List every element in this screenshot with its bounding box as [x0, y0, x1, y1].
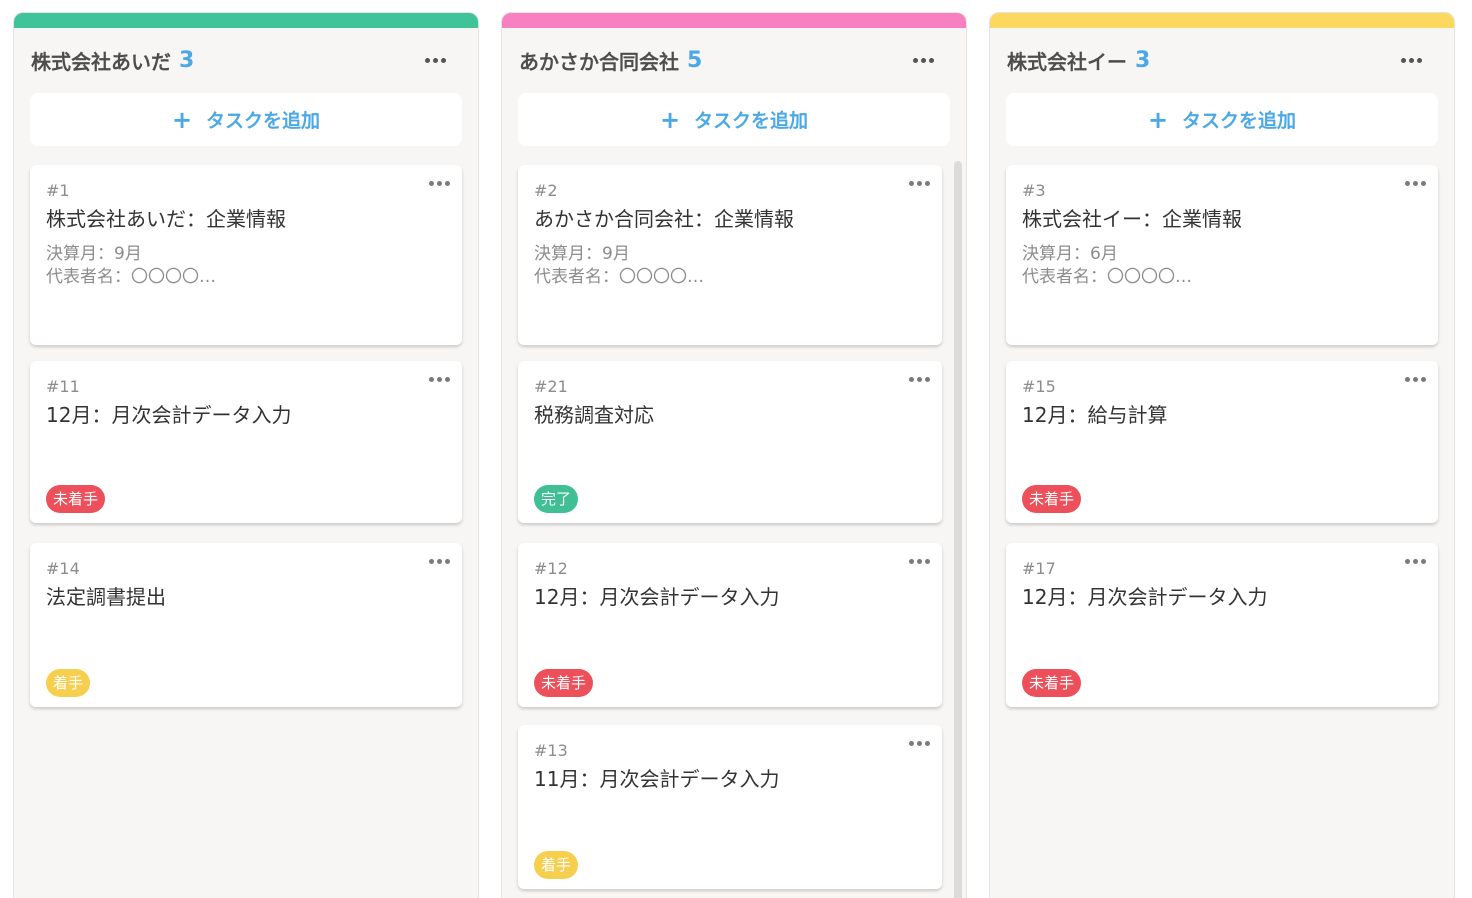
column-menu-button[interactable]: [1391, 47, 1431, 73]
column-menu-button[interactable]: [903, 47, 943, 73]
task-description: 決算月：9月 代表者名：〇〇〇〇…: [46, 243, 216, 289]
column-kabushiki-aida: 株式会社あいだ 3 + タスクを追加 #1 株式会社あいだ：企業情報 決算月：9…: [13, 12, 479, 898]
column-task-count: 3: [179, 47, 195, 73]
task-title: 12月：給与計算: [1022, 403, 1168, 427]
task-title: 税務調査対応: [534, 403, 654, 427]
column-color-bar: [990, 13, 1454, 28]
card-menu-button[interactable]: [1400, 175, 1430, 191]
task-number: #11: [46, 377, 80, 396]
column-color-bar: [502, 13, 966, 28]
column-scrollbar[interactable]: [954, 161, 962, 898]
card-menu-button[interactable]: [904, 735, 934, 751]
status-badge: 着手: [534, 851, 579, 879]
column-title: あかさか合同会社: [519, 49, 679, 74]
task-title: 法定調書提出: [46, 585, 166, 609]
add-task-button[interactable]: + タスクを追加: [30, 93, 462, 146]
add-task-button[interactable]: + タスクを追加: [1006, 93, 1438, 146]
task-description-line: 決算月：9月: [46, 244, 142, 264]
more-horizontal-icon: [912, 57, 934, 63]
card-menu-button[interactable]: [904, 553, 934, 569]
task-title: 株式会社イー：企業情報: [1022, 207, 1242, 231]
status-badge: 着手: [46, 669, 91, 697]
task-number: #13: [534, 741, 568, 760]
column-menu-button[interactable]: [415, 47, 455, 73]
task-description-line: 代表者名：〇〇〇〇…: [534, 267, 704, 287]
column-task-count: 5: [687, 47, 703, 73]
task-number: #17: [1022, 559, 1056, 578]
status-badge: 未着手: [1022, 485, 1082, 513]
column-header: 株式会社イー 3: [1007, 45, 1437, 75]
task-description-line: 代表者名：〇〇〇〇…: [46, 267, 216, 287]
task-card[interactable]: #12 12月：月次会計データ入力 未着手: [518, 543, 942, 707]
status-badge: 未着手: [1022, 669, 1082, 697]
task-card[interactable]: #15 12月：給与計算 未着手: [1006, 361, 1438, 523]
task-number: #15: [1022, 377, 1056, 396]
task-description-line: 決算月：9月: [534, 244, 630, 264]
task-description: 決算月：9月 代表者名：〇〇〇〇…: [534, 243, 704, 289]
more-horizontal-icon: [428, 558, 450, 564]
task-title: 12月：月次会計データ入力: [1022, 585, 1268, 609]
task-number: #21: [534, 377, 568, 396]
task-card[interactable]: #17 12月：月次会計データ入力 未着手: [1006, 543, 1438, 707]
kanban-board: 株式会社あいだ 3 + タスクを追加 #1 株式会社あいだ：企業情報 決算月：9…: [0, 0, 1472, 898]
status-badge: 完了: [534, 485, 579, 513]
task-card[interactable]: #13 11月：月次会計データ入力 着手: [518, 725, 942, 889]
plus-icon: +: [1147, 105, 1169, 134]
add-task-label: タスクを追加: [1182, 110, 1297, 132]
task-description: 決算月：6月 代表者名：〇〇〇〇…: [1022, 243, 1192, 289]
more-horizontal-icon: [1404, 558, 1426, 564]
column-title: 株式会社あいだ: [31, 49, 171, 74]
task-card[interactable]: #14 法定調書提出 着手: [30, 543, 462, 707]
task-card[interactable]: #2 あかさか合同会社：企業情報 決算月：9月 代表者名：〇〇〇〇…: [518, 165, 942, 345]
more-horizontal-icon: [908, 376, 930, 382]
more-horizontal-icon: [1404, 376, 1426, 382]
more-horizontal-icon: [424, 57, 446, 63]
status-badge: 未着手: [46, 485, 106, 513]
task-number: #1: [46, 181, 70, 200]
more-horizontal-icon: [908, 180, 930, 186]
column-color-bar: [14, 13, 478, 28]
task-title: 11月：月次会計データ入力: [534, 767, 780, 791]
task-title: 12月：月次会計データ入力: [534, 585, 780, 609]
task-number: #2: [534, 181, 558, 200]
task-number: #3: [1022, 181, 1046, 200]
more-horizontal-icon: [428, 376, 450, 382]
more-horizontal-icon: [428, 180, 450, 186]
task-card[interactable]: #11 12月：月次会計データ入力 未着手: [30, 361, 462, 523]
column-header: あかさか合同会社 5: [519, 45, 949, 75]
plus-icon: +: [171, 105, 193, 134]
more-horizontal-icon: [1400, 57, 1422, 63]
task-number: #12: [534, 559, 568, 578]
card-menu-button[interactable]: [904, 371, 934, 387]
more-horizontal-icon: [908, 558, 930, 564]
card-menu-button[interactable]: [904, 175, 934, 191]
card-menu-button[interactable]: [424, 175, 454, 191]
task-card[interactable]: #21 税務調査対応 完了: [518, 361, 942, 523]
task-card[interactable]: #3 株式会社イー：企業情報 決算月：6月 代表者名：〇〇〇〇…: [1006, 165, 1438, 345]
column-header: 株式会社あいだ 3: [31, 45, 461, 75]
task-card[interactable]: #1 株式会社あいだ：企業情報 決算月：9月 代表者名：〇〇〇〇…: [30, 165, 462, 345]
task-title: あかさか合同会社：企業情報: [534, 207, 794, 231]
task-description-line: 代表者名：〇〇〇〇…: [1022, 267, 1192, 287]
column-title: 株式会社イー: [1007, 49, 1127, 74]
column-task-count: 3: [1135, 47, 1151, 73]
card-menu-button[interactable]: [424, 371, 454, 387]
add-task-button[interactable]: + タスクを追加: [518, 93, 950, 146]
card-menu-button[interactable]: [1400, 553, 1430, 569]
more-horizontal-icon: [908, 740, 930, 746]
column-kabushiki-ii: 株式会社イー 3 + タスクを追加 #3 株式会社イー：企業情報 決算月：6月 …: [989, 12, 1455, 898]
card-menu-button[interactable]: [424, 553, 454, 569]
task-title: 12月：月次会計データ入力: [46, 403, 292, 427]
plus-icon: +: [659, 105, 681, 134]
add-task-label: タスクを追加: [206, 110, 321, 132]
task-description-line: 決算月：6月: [1022, 244, 1118, 264]
status-badge: 未着手: [534, 669, 594, 697]
task-number: #14: [46, 559, 80, 578]
more-horizontal-icon: [1404, 180, 1426, 186]
add-task-label: タスクを追加: [694, 110, 809, 132]
card-menu-button[interactable]: [1400, 371, 1430, 387]
column-akasaka-godo: あかさか合同会社 5 + タスクを追加 #2 あかさか合同会社：企業情報 決算月…: [501, 12, 967, 898]
task-title: 株式会社あいだ：企業情報: [46, 207, 286, 231]
